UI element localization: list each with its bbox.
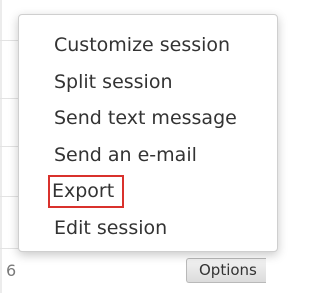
- menu-item-label: Customize session: [54, 34, 231, 56]
- session-context-menu: Customize session Split session Send tex…: [18, 14, 278, 252]
- menu-item-split-session[interactable]: Split session: [19, 66, 277, 103]
- options-button[interactable]: Options: [186, 258, 266, 283]
- menu-item-label: Export: [47, 175, 125, 209]
- menu-item-export[interactable]: Export: [19, 175, 277, 212]
- menu-item-send-text-message[interactable]: Send text message: [19, 102, 277, 139]
- menu-item-label: Send an e-mail: [54, 143, 197, 166]
- menu-item-label: Edit session: [54, 216, 168, 239]
- row-number: 6: [6, 261, 17, 280]
- menu-item-send-email[interactable]: Send an e-mail: [19, 139, 277, 176]
- context-menu-list: Customize session Split session Send tex…: [19, 15, 277, 249]
- menu-item-customize-session[interactable]: Customize session: [19, 29, 277, 66]
- menu-item-label: Send text message: [54, 107, 237, 130]
- menu-item-edit-session[interactable]: Edit session: [19, 212, 277, 249]
- menu-item-label: Split session: [54, 70, 173, 93]
